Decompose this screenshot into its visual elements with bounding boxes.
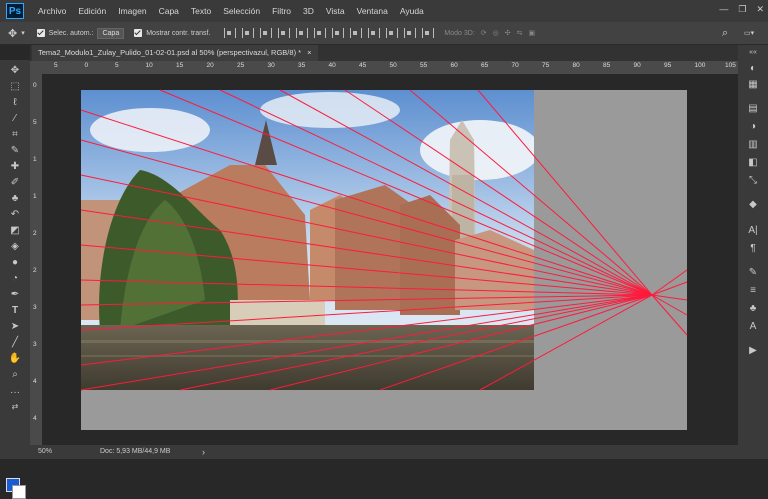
document-size: Doc: 5,93 MB/44,9 MB (100, 448, 171, 455)
status-bar: 50% Doc: 5,93 MB/44,9 MB › (30, 445, 738, 459)
background-color-swatch[interactable] (12, 485, 26, 499)
photo-canals-scene (81, 90, 534, 390)
status-menu-arrow-icon[interactable]: › (202, 447, 205, 457)
zoom-level[interactable]: 50% (38, 448, 52, 455)
canvas-artwork[interactable] (0, 0, 768, 459)
